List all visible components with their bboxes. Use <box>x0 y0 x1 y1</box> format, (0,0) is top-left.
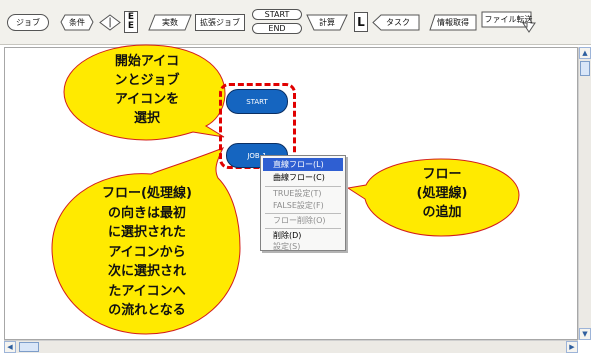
task-tool-label: タスク <box>386 18 410 27</box>
callout-top-left-text: 開始アイコ ンとジョブ アイコンを 選択 <box>114 54 180 126</box>
horizontal-scroll-thumb[interactable] <box>19 342 39 352</box>
extended-job-tool-label: 拡張ジョブ <box>200 18 240 27</box>
context-menu: 直線フロー(L) 曲線フロー(C) TRUE設定(T) FALSE設定(F) フ… <box>260 155 346 251</box>
job-tool[interactable]: ジョブ <box>7 14 49 31</box>
file-transfer-tool-label: ファイル転送 <box>484 14 533 24</box>
job-tool-label: ジョブ <box>16 18 40 27</box>
e-tool-label: E E <box>127 12 135 31</box>
calc-tool-label: 計算 <box>319 18 335 27</box>
vertical-scroll-thumb[interactable] <box>580 61 590 76</box>
real-tool[interactable]: 実数 <box>148 14 192 31</box>
start-node-label: START <box>246 97 268 106</box>
start-tool-label: START <box>264 10 290 19</box>
l-tool-label: L <box>357 15 365 29</box>
branch-tool-label: | <box>108 17 112 28</box>
info-tool-label: 情報取得 <box>437 18 469 27</box>
condition-tool-label: 条件 <box>69 18 85 27</box>
scroll-right-button[interactable]: ▶ <box>566 341 578 353</box>
callout-right-text: フロー (処理線) の追加 <box>416 167 468 220</box>
info-tool[interactable]: 情報取得 <box>429 14 477 31</box>
extended-job-tool[interactable]: 拡張ジョブ <box>195 14 245 31</box>
menu-item-curved-flow[interactable]: 曲線フロー(C) <box>263 171 343 184</box>
toolbar: ジョブ 条件 | E E 実数 拡張ジョブ START END 計算 L タスク <box>0 0 591 45</box>
l-tool[interactable]: L <box>354 12 368 32</box>
real-tool-label: 実数 <box>162 18 178 27</box>
menu-item-straight-flow[interactable]: 直線フロー(L) <box>263 158 343 171</box>
menu-item-delete-flow[interactable]: フロー削除(O) <box>263 214 343 227</box>
start-node[interactable]: START <box>226 89 288 114</box>
menu-item-settings[interactable]: 設定(S) <box>263 240 343 253</box>
scroll-left-button[interactable]: ◀ <box>4 341 16 353</box>
horizontal-scrollbar[interactable]: ◀ ▶ <box>4 340 578 353</box>
e-tool[interactable]: E E <box>124 11 138 33</box>
branch-tool[interactable]: | <box>99 14 121 31</box>
start-tool[interactable]: START <box>252 9 302 20</box>
file-transfer-tool[interactable]: ファイル転送 <box>481 11 536 33</box>
end-tool[interactable]: END <box>252 23 302 34</box>
calc-tool[interactable]: 計算 <box>306 14 348 31</box>
scroll-down-button[interactable]: ▼ <box>579 328 591 340</box>
callout-bottom-left-text: フロー(処理線) の向きは最初 に選択された アイコンから 次に選択され たアイ… <box>102 186 192 318</box>
task-tool[interactable]: タスク <box>372 14 420 31</box>
end-tool-label: END <box>268 24 286 33</box>
vertical-scrollbar[interactable]: ▲ ▼ <box>578 47 591 340</box>
condition-tool[interactable]: 条件 <box>57 14 97 31</box>
menu-item-false-setting[interactable]: FALSE設定(F) <box>263 199 343 212</box>
scroll-up-button[interactable]: ▲ <box>579 47 591 59</box>
